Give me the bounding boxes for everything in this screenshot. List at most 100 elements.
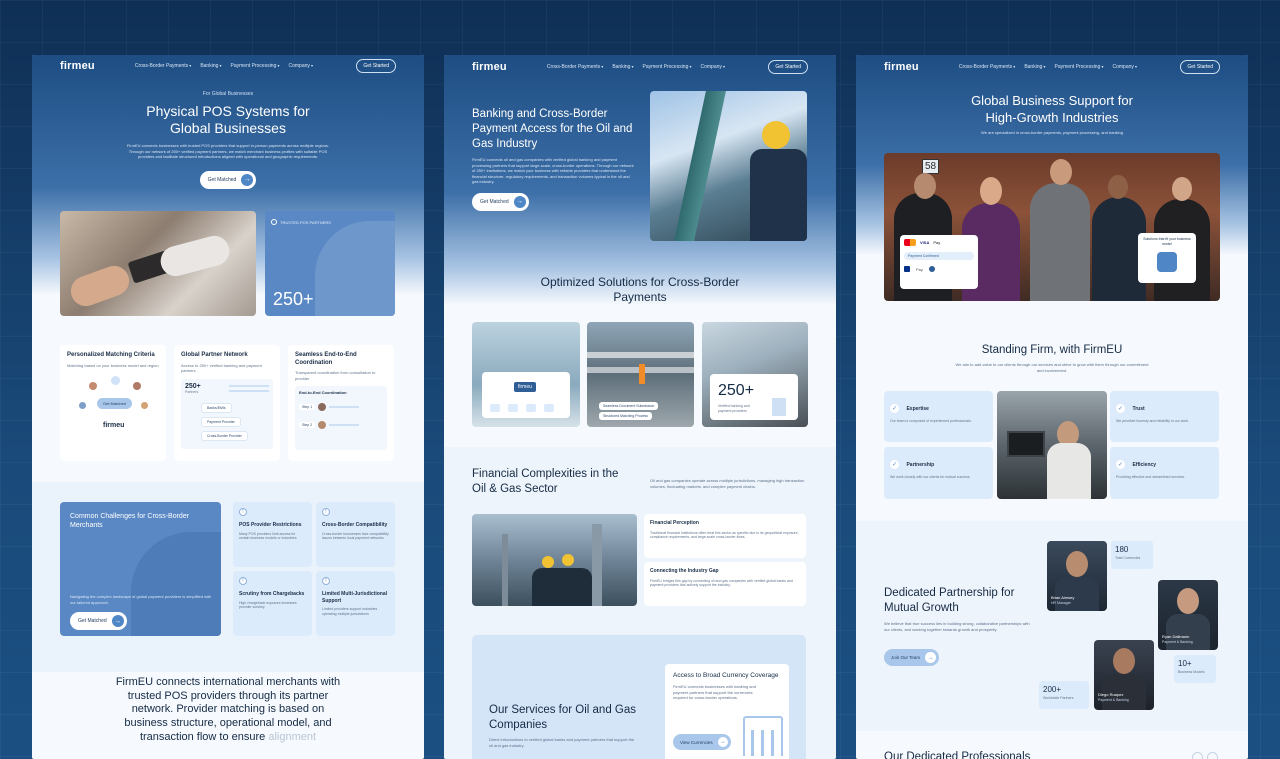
join-team-button[interactable]: Join Our Team → (884, 649, 940, 666)
arrow-right-icon: → (925, 652, 937, 663)
solution-card-stat: 250+ Verified banking and payment provid… (702, 322, 808, 427)
prev-arrow-button[interactable] (1192, 752, 1203, 759)
chart-icon (508, 404, 518, 412)
nav-link-cross-border[interactable]: Cross-Border Payments (959, 64, 1015, 70)
get-started-button[interactable]: Get Started (356, 59, 396, 73)
hero-title: Global Business Support for High-Growth … (856, 92, 1248, 126)
value-title: Partnership (906, 462, 935, 468)
warning-icon: ! (322, 577, 330, 585)
challenge-title: Scrutiny from Chargebacks (239, 591, 305, 597)
nav-link-banking[interactable]: Banking (612, 64, 633, 70)
avatar (133, 382, 141, 390)
get-started-button[interactable]: Get Started (768, 60, 808, 74)
solution-card-process: Seamless Document Submission Structured … (587, 322, 694, 427)
view-currencies-label: View Currencies (680, 739, 713, 745)
arrow-right-icon: → (241, 173, 254, 186)
hero-title-line-2: Global Businesses (170, 120, 286, 136)
step-label: Step 2 (299, 422, 316, 428)
feature-card-matching: Personalized Matching Criteria Matching … (60, 345, 166, 461)
nav-link-company[interactable]: Company (1113, 64, 1138, 70)
stat-value: 250+ (718, 382, 755, 399)
feature-card-network: Global Partner Network Access to 250+ ve… (174, 345, 280, 461)
complexity-item: Connecting the Industry Gap FirmEU bridg… (644, 562, 806, 606)
value-text: Our team is composed of experienced prof… (890, 419, 972, 423)
nav-link-cross-border[interactable]: Cross-Border Payments (547, 64, 603, 70)
stat-label: Business Models (1178, 670, 1205, 674)
stat-box: 200+ Worldwide Partners (1039, 681, 1089, 709)
arrow-right-icon: → (717, 737, 728, 747)
trusted-partners-card: TRUSTED POS PARTNERS 250+ (265, 211, 395, 316)
challenges-get-matched-button[interactable]: Get Matched → (70, 612, 127, 630)
complexities-title: Financial Complexities in the Oil & Gas … (472, 468, 619, 495)
oil-rig-photo (650, 91, 807, 241)
panel-pos-systems: firmeu Cross-Border Payments Banking Pay… (32, 55, 424, 759)
services-text: Direct introductions to verified global … (489, 737, 635, 748)
member-role: HR Manager (1051, 601, 1071, 605)
value-card-efficiency: ✓ Efficiency Providing effective and str… (1110, 447, 1219, 499)
next-arrow-button[interactable] (1207, 752, 1218, 759)
get-started-button[interactable]: Get Started (1180, 60, 1220, 74)
avatar (318, 403, 327, 411)
warning-icon: ! (239, 508, 247, 516)
arrow-right-icon: → (513, 195, 526, 208)
google-pay-badge: Pay (916, 266, 923, 272)
partner-item-label: Payment Provider (207, 419, 235, 424)
logo[interactable]: firmeu (60, 60, 95, 72)
value-card-partnership: ✓ Partnership We work closely with our c… (884, 447, 993, 499)
professionals-title: Our Dedicated Professionals (884, 751, 1031, 759)
check-icon: ✓ (1116, 404, 1125, 413)
panel-business-support: firmeu Cross-Border Payments Banking Pay… (856, 55, 1248, 759)
nav-link-payment-processing[interactable]: Payment Processing (643, 64, 692, 70)
value-text: We prioritise honesty and reliability in… (1116, 419, 1190, 423)
payment-confirmed-badge: Payment Confirmed (904, 252, 974, 260)
feature-text: Access to 250+ verified banking and paym… (181, 362, 262, 374)
feature-text: Matching based on your business model an… (67, 362, 159, 368)
challenge-text: High chargeback exposure increases provi… (239, 600, 297, 610)
hero-eyebrow: For Global Businesses (202, 91, 254, 97)
member-name: Brian Almsey (1051, 595, 1075, 600)
bank-building-icon (743, 716, 783, 756)
complexities-text: Oil and gas companies operate across mul… (650, 478, 805, 489)
apple-pay-badge: Pay (933, 240, 941, 245)
nav-link-company[interactable]: Company (289, 63, 314, 69)
currency-coverage-text: FirmEU connects businesses with banking … (673, 684, 756, 700)
view-currencies-button[interactable]: View Currencies → (673, 734, 731, 750)
user-icon (271, 219, 277, 225)
team-member-card: Diego Ruapez Payment & Banking (1094, 640, 1154, 710)
logo[interactable]: firmeu (884, 61, 919, 73)
currency-coverage-title: Access to Broad Currency Coverage (673, 672, 779, 679)
pos-payment-photo (60, 211, 256, 316)
firm-title: Standing Firm, with FirmEU (981, 344, 1123, 356)
feature-text: Transparent coordination from consultati… (295, 370, 376, 381)
member-name: Diego Ruapez (1098, 692, 1124, 697)
office-photo (997, 391, 1107, 499)
partnership-title: Dedicated Partnership for Mutual Growth (884, 587, 1015, 614)
match-chip-button[interactable]: Get Matched (97, 398, 132, 409)
challenge-card: ! Limited Multi-Jurisdictional Support L… (316, 571, 395, 636)
workers-photo (472, 514, 637, 606)
nav-link-payment-processing[interactable]: Payment Processing (1055, 64, 1104, 70)
visa-badge: VISA (920, 240, 930, 245)
team-photo: 58 VISA Pay Payment Confirmed Pay Soluti… (884, 153, 1220, 301)
complexity-item-text: Traditional financial institutions often… (650, 530, 799, 540)
nav-link-company[interactable]: Company (701, 64, 726, 70)
nav-link-payment-processing[interactable]: Payment Processing (231, 63, 280, 69)
get-matched-button[interactable]: Get Matched → (472, 192, 529, 211)
warning-icon: ! (239, 577, 247, 585)
nav-link-banking[interactable]: Banking (1024, 64, 1045, 70)
nav-link-banking[interactable]: Banking (200, 63, 221, 69)
feature-title: Global Partner Network (181, 352, 248, 358)
services-card: Our Services for Oil and Gas Companies D… (472, 635, 806, 759)
get-matched-button[interactable]: Get Matched → (199, 170, 257, 189)
value-title: Trust (1132, 406, 1145, 412)
door-number: 58 (922, 159, 940, 174)
stat-caption: TRUSTED POS PARTNERS (280, 219, 331, 225)
nav-links: Cross-Border Payments Banking Payment Pr… (959, 64, 1137, 70)
top-nav: firmeu Cross-Border Payments Banking Pay… (856, 56, 1248, 78)
stat-label: Total Currencies (1115, 556, 1141, 560)
nav-link-cross-border[interactable]: Cross-Border Payments (135, 63, 191, 69)
logo[interactable]: firmeu (472, 61, 507, 73)
solutions-label: Solutions that fit your business model (1143, 237, 1191, 246)
complexity-item: Financial Perception Traditional financi… (644, 514, 806, 558)
challenge-card: ! POS Provider Restrictions Many POS pro… (233, 502, 312, 567)
